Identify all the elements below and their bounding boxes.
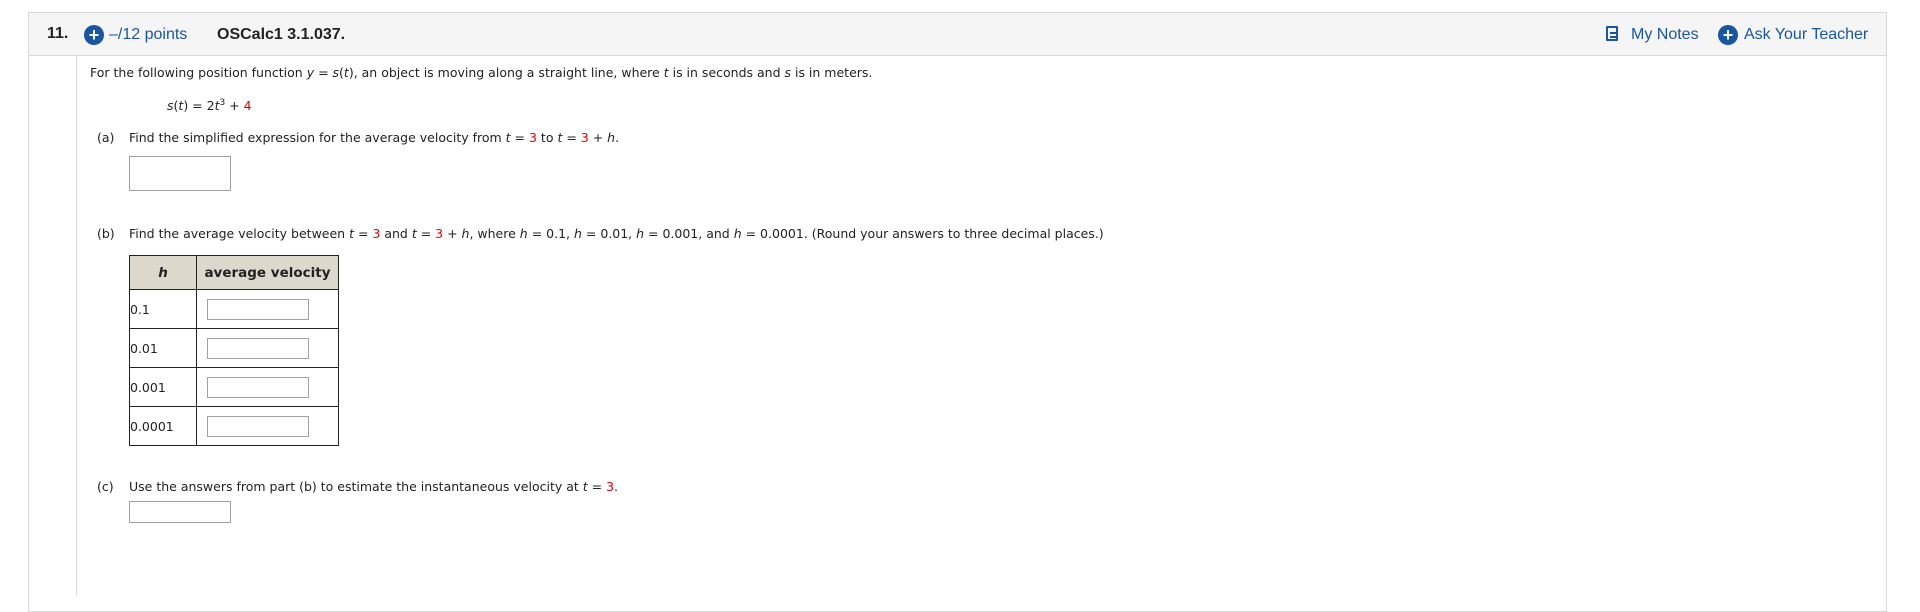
notes-icon[interactable]: [1606, 26, 1618, 41]
part-c-prompt: Use the answers from part (b) to estimat…: [129, 479, 619, 494]
h-value: 0.01: [129, 328, 197, 368]
part-c-label: (c): [97, 479, 114, 494]
my-notes-link[interactable]: My Notes: [1631, 26, 1699, 44]
points-link[interactable]: –/12 points: [109, 26, 187, 44]
part-c-answer-input[interactable]: [129, 501, 231, 523]
table-row: 0.1: [129, 289, 339, 329]
column-header-average-velocity: average velocity: [196, 255, 339, 290]
question-number: 11.: [47, 25, 69, 42]
velocity-table: h average velocity 0.1 0.01 0.001 0.0001: [129, 255, 339, 446]
ask-teacher-plus-icon[interactable]: +: [1718, 25, 1738, 45]
h-value: 0.1: [129, 289, 197, 329]
velocity-cell: [196, 328, 339, 368]
h-value: 0.0001: [129, 406, 197, 446]
velocity-input[interactable]: [207, 376, 309, 398]
table-row: 0.01: [129, 328, 339, 368]
ask-your-teacher-link[interactable]: Ask Your Teacher: [1744, 26, 1868, 44]
column-header-h: h: [129, 255, 197, 290]
velocity-cell: [196, 406, 339, 446]
part-a-answer-input[interactable]: [129, 156, 231, 191]
table-row: 0.0001: [129, 406, 339, 446]
part-a-label: (a): [97, 130, 115, 145]
plus-circle-icon[interactable]: +: [84, 25, 104, 45]
question-intro: For the following position function y = …: [90, 65, 873, 80]
velocity-cell: [196, 367, 339, 407]
h-value: 0.001: [129, 367, 197, 407]
velocity-cell: [196, 289, 339, 329]
velocity-input[interactable]: [207, 298, 309, 320]
table-row: 0.001: [129, 367, 339, 407]
table-header-row: h average velocity: [129, 255, 339, 290]
part-a-prompt: Find the simplified expression for the a…: [129, 130, 620, 145]
position-formula: s(t) = 2t3 + 4: [167, 98, 252, 113]
question-source: OSCalc1 3.1.037.: [217, 26, 346, 43]
part-b-label: (b): [97, 226, 115, 241]
part-b-prompt: Find the average velocity between t = 3 …: [129, 226, 1104, 241]
velocity-input[interactable]: [207, 337, 309, 359]
velocity-input[interactable]: [207, 415, 309, 437]
